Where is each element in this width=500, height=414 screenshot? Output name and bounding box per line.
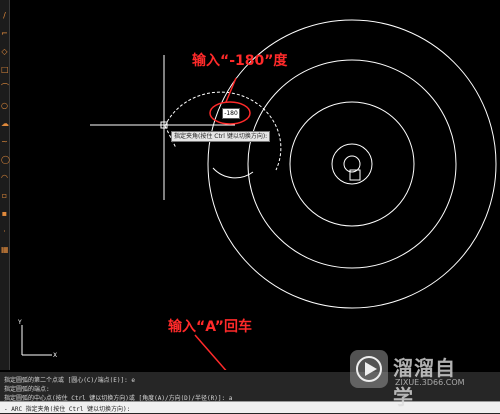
- ellipse-tool-icon[interactable]: ◯: [1, 156, 10, 164]
- command-history-line: 指定圆弧的第二个点或 [圆心(C)/端点(E)]: e: [4, 377, 135, 384]
- point-tool-icon[interactable]: ·: [1, 228, 8, 236]
- watermark-logo: [350, 350, 388, 388]
- spiral-ring-2: [289, 101, 415, 227]
- arc-segment: [212, 167, 254, 179]
- hatch-tool-icon[interactable]: ▦: [1, 246, 9, 254]
- svg-text:X: X: [53, 352, 57, 359]
- rectangle-tool-icon[interactable]: □: [1, 66, 9, 74]
- command-history-line: 指定圆弧的端点:: [4, 386, 50, 393]
- command-input-text[interactable]: - ARC 指定夹角(按住 Ctrl 键以切换方向):: [4, 404, 130, 413]
- dynamic-input-field[interactable]: -180: [222, 108, 240, 119]
- crosshair-cursor: [90, 55, 235, 200]
- annotation-bottom-note: 输入“A”回车: [168, 319, 252, 335]
- make-block-tool-icon[interactable]: ▪: [1, 210, 8, 218]
- annotation-top-note: 输入“-180”度: [192, 53, 288, 69]
- spiral-ring-1: [331, 143, 373, 185]
- ucs-icon: Y X: [17, 319, 57, 359]
- line-tool-icon[interactable]: /: [1, 12, 8, 20]
- spiral-ring-3: [247, 59, 457, 269]
- ellipse-arc-tool-icon[interactable]: ◠: [1, 174, 8, 182]
- red-pointer-line-bottom: [194, 334, 227, 370]
- watermark-subtitle: ZIXUE.3D66.COM: [395, 378, 465, 387]
- angle-tooltip: 指定夹角(按住 Ctrl 键以切换方向):: [171, 131, 271, 142]
- arc-tool-icon[interactable]: ⌒: [1, 84, 9, 92]
- circle-tool-icon[interactable]: ○: [1, 102, 8, 110]
- red-pointer-line-top: [225, 77, 237, 103]
- spline-tool-icon[interactable]: ~: [1, 138, 8, 146]
- polyline-tool-icon[interactable]: ⌐: [1, 30, 8, 38]
- insert-block-tool-icon[interactable]: ▫: [1, 192, 8, 200]
- svg-text:Y: Y: [17, 319, 22, 326]
- watermark: 溜溜自学 ZIXUE.3D66.COM: [350, 350, 470, 409]
- cloud-tool-icon[interactable]: ☁: [1, 120, 9, 128]
- polygon-tool-icon[interactable]: ◇: [1, 48, 8, 56]
- left-toolbar: / ⌐ ◇ □ ⌒ ○ ☁ ~ ◯ ◠ ▫ ▪ · ▦: [0, 0, 10, 370]
